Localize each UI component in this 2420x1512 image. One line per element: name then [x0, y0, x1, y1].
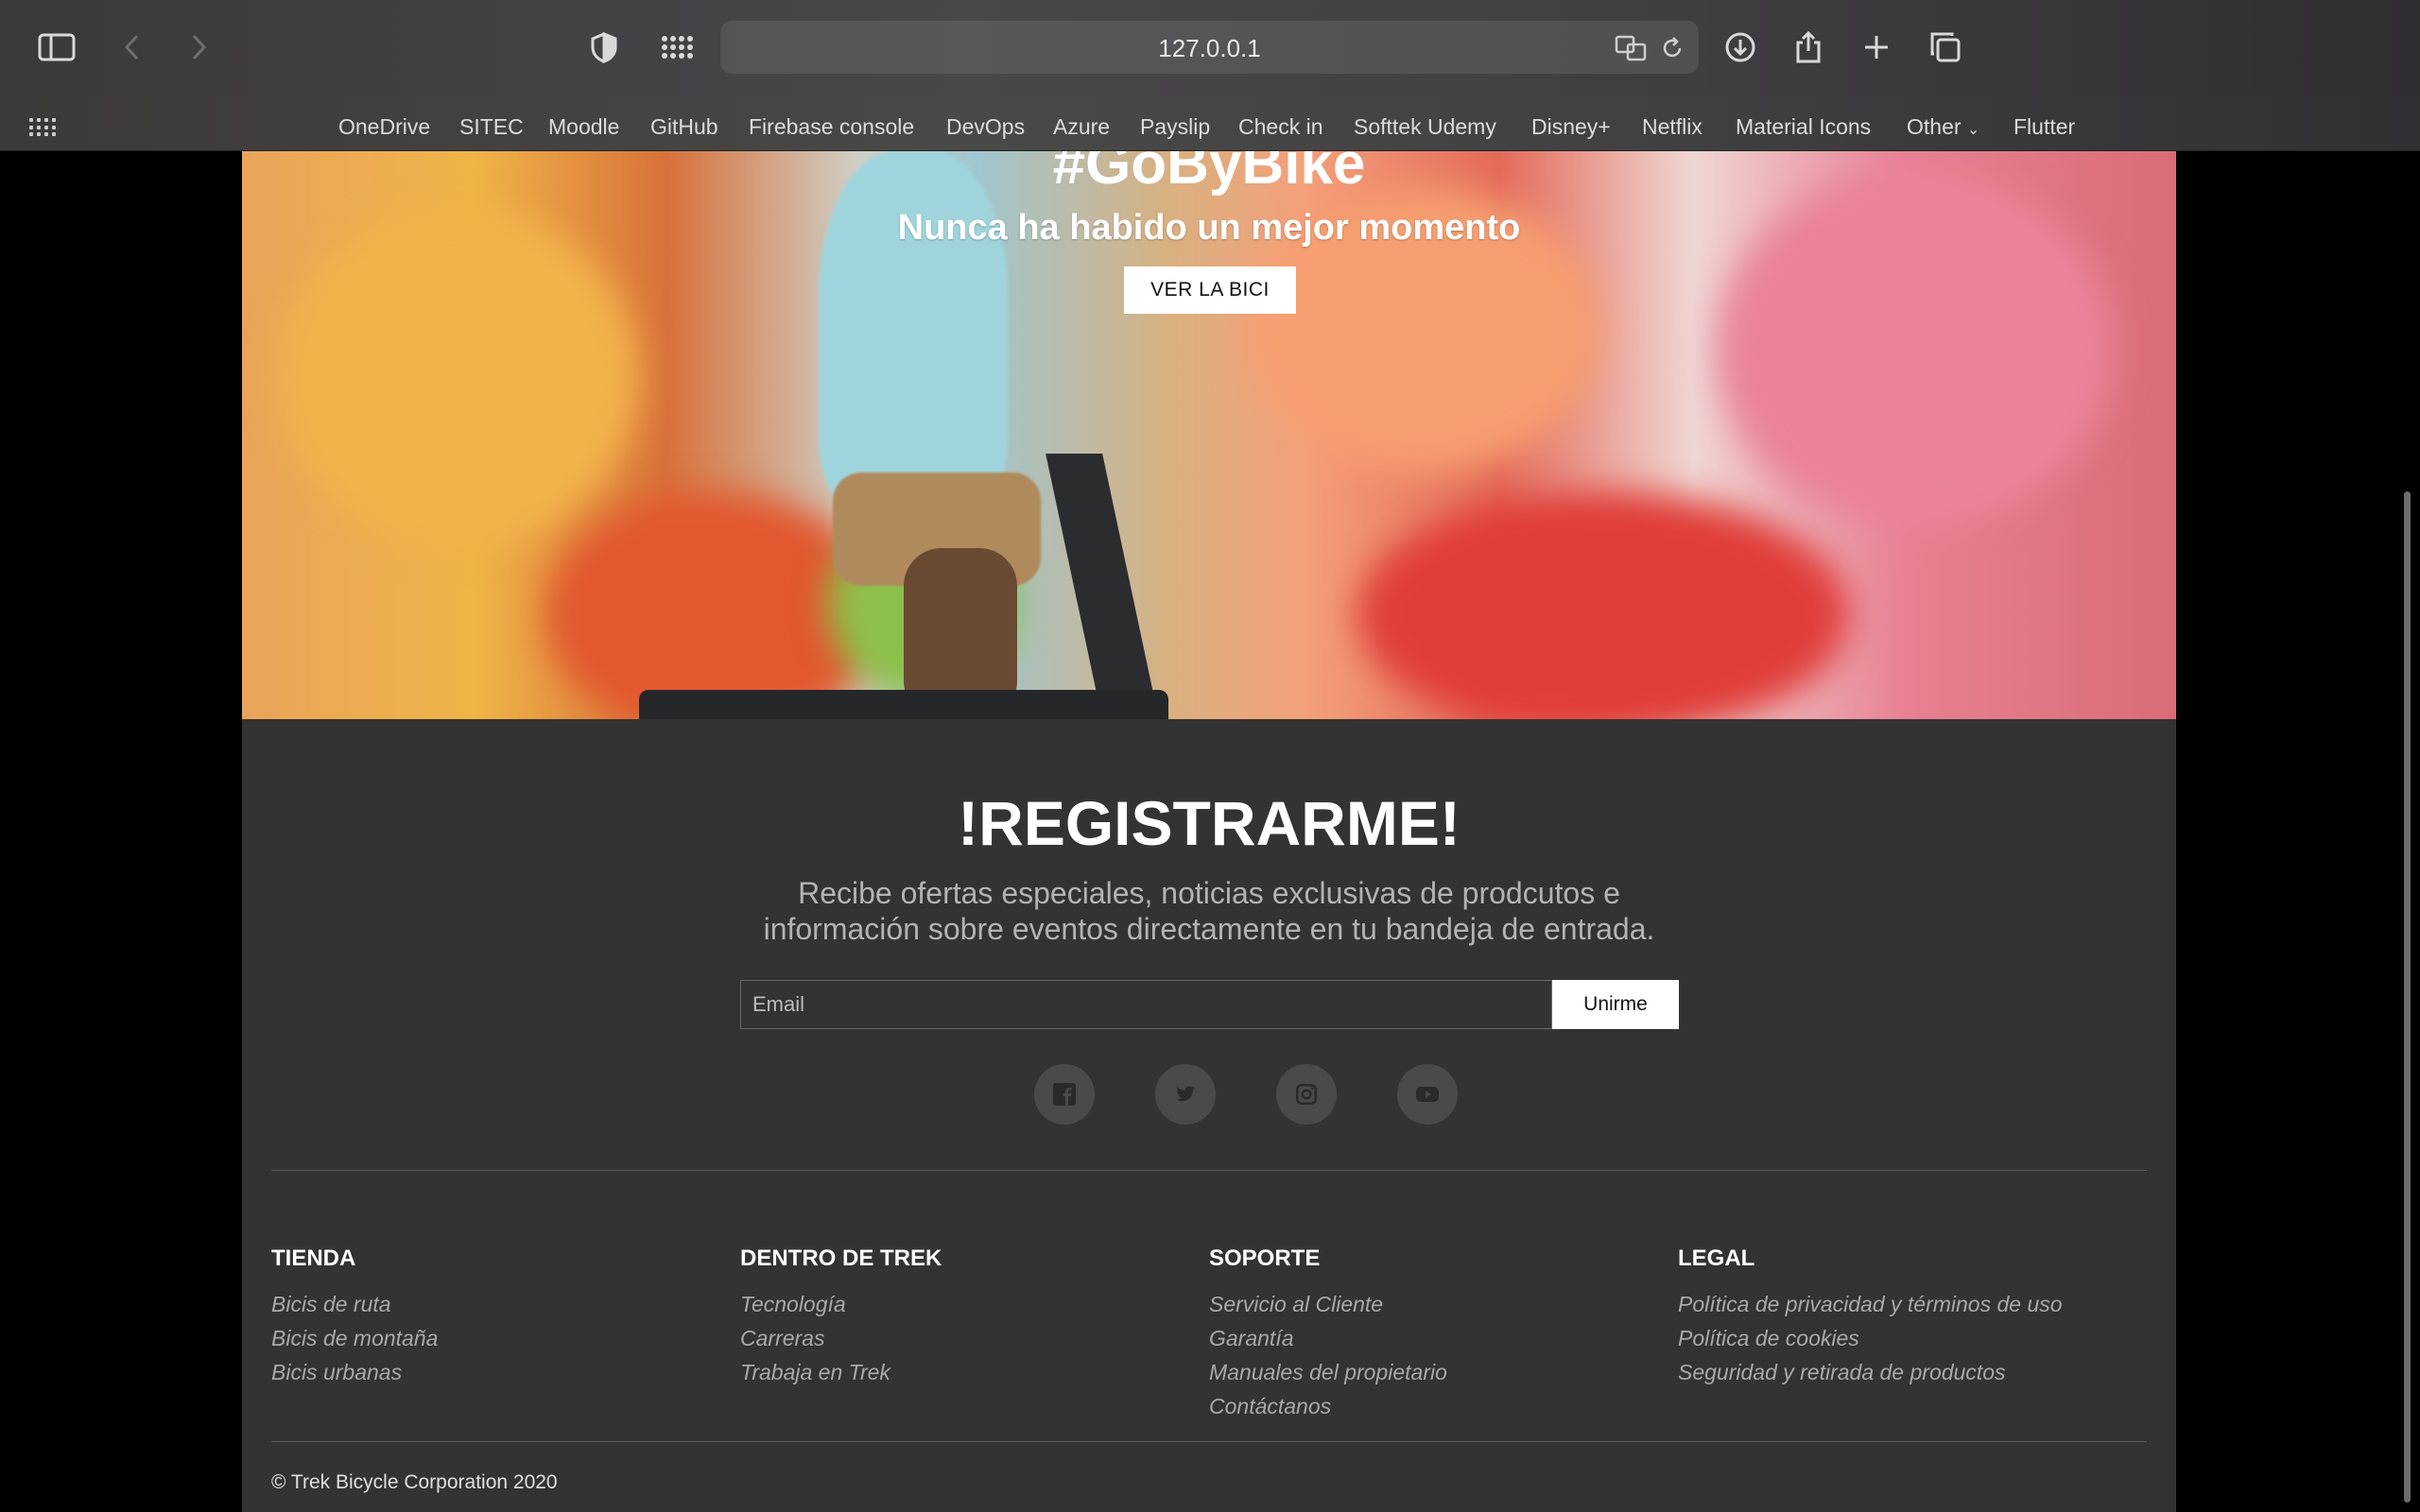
- tab-overview-grid-icon[interactable]: [658, 28, 696, 66]
- footer-column-title: TIENDA: [271, 1246, 356, 1271]
- footer-link-cookies[interactable]: Política de cookies: [1678, 1321, 2169, 1355]
- bookmark-check-in[interactable]: Check in: [1238, 114, 1322, 140]
- bookmark-azure[interactable]: Azure: [1053, 114, 1110, 140]
- footer-link-road-bikes[interactable]: Bicis de ruta: [271, 1287, 725, 1321]
- footer-divider: [271, 1170, 2147, 1171]
- bookmark-sitec[interactable]: SITEC: [459, 114, 524, 140]
- footer-column-title: LEGAL: [1678, 1246, 1755, 1271]
- footer-column-title: DENTRO DE TREK: [740, 1246, 942, 1271]
- footer-link-mountain-bikes[interactable]: Bicis de montaña: [271, 1321, 725, 1355]
- view-bike-button[interactable]: VER LA BICI: [1124, 266, 1296, 314]
- bookmark-devops[interactable]: DevOps: [946, 114, 1025, 140]
- back-icon[interactable]: [113, 28, 151, 66]
- bookmark-firebase-console[interactable]: Firebase console: [749, 114, 914, 140]
- chevron-down-icon: ⌄: [1966, 122, 1980, 138]
- footer-column-soporte: SOPORTE Servicio al Cliente Garantía Man…: [1209, 1246, 1663, 1423]
- footer-link-owner-manuals[interactable]: Manuales del propietario: [1209, 1355, 1663, 1389]
- hero-banner: #GoByBike Nunca ha habido un mejor momen…: [242, 151, 2176, 719]
- footer-link-careers[interactable]: Trabaja en Trek: [740, 1355, 1194, 1389]
- footer-link-city-bikes[interactable]: Bicis urbanas: [271, 1355, 725, 1389]
- bookmark-netflix[interactable]: Netflix: [1642, 114, 1703, 140]
- footer-link-warranty[interactable]: Garantía: [1209, 1321, 1663, 1355]
- browser-toolbar: 127.0.0.1: [0, 0, 2420, 96]
- join-button[interactable]: Unirme: [1552, 980, 1679, 1029]
- apps-grid-icon[interactable]: [29, 118, 56, 137]
- new-tab-icon[interactable]: [1858, 28, 1895, 66]
- reload-icon[interactable]: [1656, 32, 1688, 64]
- hero-subtitle: Nunca ha habido un mejor momento: [897, 208, 1521, 248]
- bookmark-folder-other[interactable]: Other ⌄: [1907, 114, 1979, 140]
- bookmark-payslip[interactable]: Payslip: [1140, 114, 1210, 140]
- footer-link-product-recalls[interactable]: Seguridad y retirada de productos: [1678, 1355, 2169, 1389]
- footer-link-contact[interactable]: Contáctanos: [1209, 1389, 1663, 1423]
- bookmark-softtek-udemy[interactable]: Softtek Udemy: [1354, 114, 1496, 140]
- footer-link-technology[interactable]: Tecnología: [740, 1287, 1194, 1321]
- footer-link-privacy-terms[interactable]: Política de privacidad y términos de uso: [1678, 1287, 2169, 1321]
- facebook-icon[interactable]: [1034, 1064, 1095, 1125]
- share-icon[interactable]: [1789, 28, 1827, 66]
- instagram-icon[interactable]: [1276, 1064, 1337, 1125]
- privacy-shield-icon[interactable]: [585, 28, 623, 66]
- twitter-icon[interactable]: [1155, 1064, 1216, 1125]
- bookmark-material-icons[interactable]: Material Icons: [1736, 114, 1871, 140]
- hero-image-part: [1357, 491, 1849, 719]
- copyright-text: © Trek Bicycle Corporation 2020: [271, 1471, 558, 1493]
- tabs-overview-icon[interactable]: [1927, 28, 1964, 66]
- web-page: #GoByBike Nunca ha habido un mejor momen…: [242, 151, 2176, 1512]
- page-scrollbar[interactable]: [2404, 491, 2411, 1503]
- footer-column-tienda: TIENDA Bicis de ruta Bicis de montaña Bi…: [271, 1246, 725, 1389]
- bookmark-flutter[interactable]: Flutter: [2014, 114, 2075, 140]
- footer-column-legal: LEGAL Política de privacidad y términos …: [1678, 1246, 2169, 1389]
- bookmark-moodle[interactable]: Moodle: [548, 114, 619, 140]
- footer-column-dentro-de-trek: DENTRO DE TREK Tecnología Carreras Traba…: [740, 1246, 1194, 1389]
- footer-link-customer-service[interactable]: Servicio al Cliente: [1209, 1287, 1663, 1321]
- url-text[interactable]: 127.0.0.1: [720, 34, 1699, 63]
- address-bar[interactable]: 127.0.0.1: [720, 21, 1699, 74]
- email-field[interactable]: [740, 980, 1552, 1029]
- footer-link-racing[interactable]: Carreras: [740, 1321, 1194, 1355]
- register-title: !REGISTRARME!: [958, 788, 1461, 858]
- bookmark-onedrive[interactable]: OneDrive: [338, 114, 430, 140]
- footer-bottom-divider: [271, 1441, 2147, 1442]
- translate-icon[interactable]: [1615, 32, 1647, 64]
- downloads-icon[interactable]: [1721, 28, 1759, 66]
- hero-image-part: [280, 208, 639, 548]
- forward-icon[interactable]: [180, 28, 217, 66]
- cyclist-shirt: [819, 151, 1008, 510]
- bicycle-frame: [1046, 454, 1159, 719]
- sidebar-toggle-icon[interactable]: [38, 28, 76, 66]
- bookmark-disney-plus[interactable]: Disney+: [1531, 114, 1611, 140]
- footer-column-title: SOPORTE: [1209, 1246, 1321, 1271]
- hero-title: #GoByBike: [1052, 151, 1366, 197]
- register-description: Recibe ofertas especiales, noticias excl…: [763, 876, 1655, 946]
- bicycle-rack: [639, 690, 1168, 719]
- bookmark-github[interactable]: GitHub: [650, 114, 718, 140]
- youtube-icon[interactable]: [1397, 1064, 1458, 1125]
